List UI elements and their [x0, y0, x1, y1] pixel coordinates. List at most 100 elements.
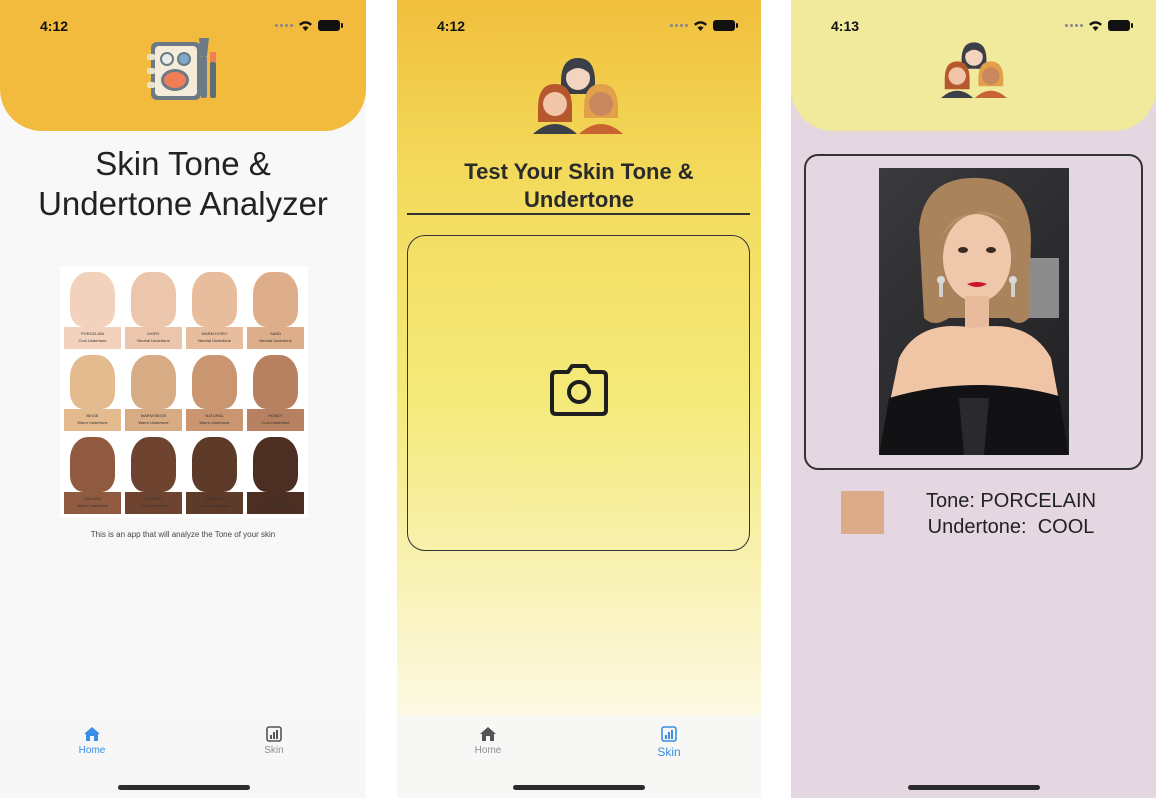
tone-name: CHESTNUT: [203, 495, 226, 501]
tone-chart-cell: BEIGE Warm Undertone: [64, 353, 121, 432]
tone-chart-cell: SAND Neutral Undertone: [247, 270, 304, 349]
status-bar: 4:12: [397, 16, 761, 36]
tone-undertone-note: Cool Undertone: [261, 502, 290, 508]
title-divider: [407, 213, 750, 215]
battery-icon: [1108, 20, 1133, 31]
tone-undertone-note: Cool Undertone: [78, 337, 107, 343]
tone-name: HONEY: [268, 413, 283, 419]
tone-name: IVORY: [147, 330, 160, 336]
face-photo: [253, 437, 298, 492]
tone-name: WARM IVORY: [201, 330, 228, 336]
three-women-icon: [533, 58, 623, 134]
analyzed-photo: [879, 168, 1069, 455]
cellular-signal-icon: [275, 24, 293, 27]
tab-bar: Home Skin: [397, 716, 761, 798]
face-photo: [253, 354, 298, 410]
tone-chart-label: SAND Neutral Undertone: [247, 326, 304, 349]
wifi-icon: [694, 21, 707, 31]
undertone-result: Undertone: COOL: [927, 516, 1095, 538]
tone-chart-cell: CHESTNUT Warm Undertone: [186, 435, 243, 514]
tone-chart-cell: NATURAL Warm Undertone: [186, 353, 243, 432]
tone-result: Tone: PORCELAIN: [925, 490, 1097, 512]
home-indicator[interactable]: [907, 785, 1040, 790]
tone-chart-label: NATURAL Warm Undertone: [186, 409, 243, 432]
tone-chart-cell: PORCELAIN Cool Undertone: [64, 270, 121, 349]
tab-home-label: Home: [474, 745, 502, 756]
skin-tone-chart-image: PORCELAIN Cool Undertone IVORY Neutral Unde…: [60, 266, 308, 518]
face-photo: [192, 272, 237, 327]
home-screen: 4:12 Skin Tone & Undertone Analyzer PORC…: [0, 0, 366, 798]
status-icons: [670, 20, 738, 31]
title-line-2: Undertone Analyzer: [38, 185, 328, 222]
tone-undertone-note: Cool Undertone: [139, 502, 168, 508]
face-photo: [192, 437, 237, 492]
tone-chart-cell: ALMOND Cool Undertone: [125, 435, 182, 514]
cellular-signal-icon: [1065, 24, 1083, 27]
tone-chart-cell: WARM BEIGE Warm Undertone: [125, 353, 182, 432]
tab-bar: Home Skin: [0, 716, 366, 798]
tone-chart-cell: WARM IVORY Neutral Undertone: [186, 270, 243, 349]
portrait-image: [879, 177, 1069, 455]
tone-chart-label: ESPRESSO Cool Undertone: [247, 491, 304, 514]
status-bar: 4:12: [0, 16, 366, 36]
tone-undertone-note: Warm Undertone: [199, 502, 230, 508]
status-bar: 4:13: [791, 16, 1156, 36]
face-photo: [70, 272, 115, 327]
face-photo: [70, 437, 115, 492]
face-photo: [131, 437, 176, 492]
tone-name: GOLDEN: [84, 495, 101, 501]
tone-color-swatch: [841, 491, 884, 534]
tone-undertone-note: Warm Undertone: [77, 420, 108, 426]
tone-chart-label: WARM IVORY Neutral Undertone: [186, 326, 243, 349]
tab-skin-label: Skin: [657, 745, 681, 759]
app-description: This is an app that will analyze the Ton…: [90, 530, 276, 539]
tone-chart-label: CHESTNUT Warm Undertone: [186, 491, 243, 514]
tone-chart-label: ALMOND Cool Undertone: [125, 491, 182, 514]
camera-icon: [550, 364, 608, 416]
tab-home[interactable]: Home: [453, 726, 523, 756]
face-photo: [131, 354, 176, 410]
tone-chart-label: IVORY Neutral Undertone: [125, 326, 182, 349]
tone-chart-label: WARM BEIGE Warm Undertone: [125, 409, 182, 432]
makeup-kit-icon: [147, 38, 216, 100]
analysis-result: Tone: PORCELAIN Undertone: COOL: [911, 488, 1111, 540]
tone-chart-label: BEIGE Warm Undertone: [64, 409, 121, 432]
result-screen: 4:13 Tone: PORCELAIN Undertone: COOL: [791, 0, 1156, 798]
battery-icon: [318, 20, 343, 31]
chart-box-icon: [266, 726, 282, 742]
battery-icon: [713, 20, 738, 31]
tone-name: ESPRESSO: [264, 495, 287, 501]
tone-name: ALMOND: [144, 495, 163, 501]
face-photo: [131, 272, 176, 327]
status-time: 4:12: [437, 18, 466, 34]
chart-box-icon: [661, 726, 677, 742]
page-title: Skin Tone & Undertone Analyzer: [0, 144, 366, 224]
tone-chart-cell: IVORY Neutral Undertone: [125, 270, 182, 349]
tone-name: SAND: [269, 330, 282, 336]
tone-undertone-note: Cool Undertone: [261, 420, 290, 426]
tone-name: NATURAL: [205, 413, 224, 419]
tab-skin[interactable]: Skin: [634, 726, 704, 759]
home-indicator[interactable]: [118, 785, 250, 790]
three-women-icon: [941, 42, 1007, 98]
status-icons: [275, 20, 343, 31]
tone-chart-label: GOLDEN Warm Undertone: [64, 491, 121, 514]
cellular-signal-icon: [670, 24, 688, 27]
status-time: 4:13: [831, 18, 860, 34]
page-title: Test Your Skin Tone & Undertone: [397, 158, 761, 214]
tone-undertone-note: Neutral Undertone: [137, 337, 170, 343]
tab-home[interactable]: Home: [57, 726, 127, 756]
skin-test-screen: 4:12 Test Your Skin Tone & Undertone Hom…: [397, 0, 761, 798]
tab-skin[interactable]: Skin: [239, 726, 309, 756]
tab-home-label: Home: [78, 745, 106, 756]
title-line-2: Undertone: [524, 187, 634, 212]
photo-capture-area[interactable]: [407, 235, 750, 551]
tone-chart-cell: ESPRESSO Cool Undertone: [247, 435, 304, 514]
face-photo: [253, 272, 298, 327]
tone-name: BEIGE: [86, 413, 99, 419]
tone-name: WARM BEIGE: [140, 413, 167, 419]
status-icons: [1065, 20, 1133, 31]
status-time: 4:12: [40, 18, 69, 34]
face-photo: [192, 354, 237, 410]
home-indicator[interactable]: [513, 785, 645, 790]
